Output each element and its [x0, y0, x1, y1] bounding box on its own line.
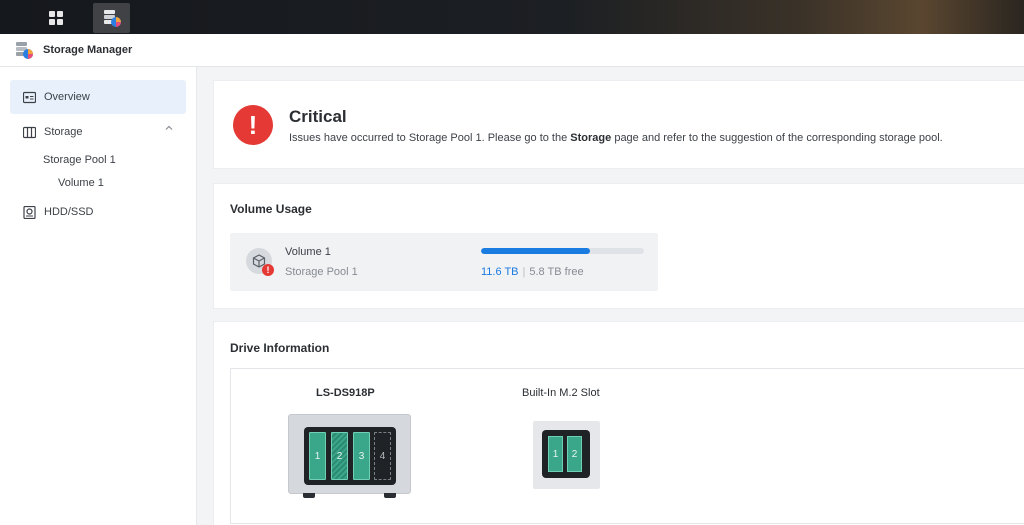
sidebar-item-volume-1[interactable]: Volume 1: [58, 174, 104, 192]
sidebar-item-label: Storage: [44, 126, 83, 138]
drive-information-title: Drive Information: [230, 341, 330, 355]
storage-manager-icon: [16, 42, 33, 59]
drive-bay-4[interactable]: 4: [374, 432, 391, 480]
storage-icon: [23, 126, 36, 139]
window-title: Storage Manager: [43, 44, 133, 56]
status-title: Critical: [289, 107, 347, 126]
volume-error-badge-icon: !: [262, 264, 274, 276]
status-message: Issues have occurred to Storage Pool 1. …: [289, 132, 943, 144]
nas-foot: [303, 493, 315, 498]
main-menu-button[interactable]: [34, 3, 78, 33]
m2-slot-label: Built-In M.2 Slot: [522, 387, 600, 399]
window-titlebar: Storage Manager: [0, 34, 1024, 67]
nas-device[interactable]: 1 2 3 4: [288, 414, 411, 498]
sidebar-item-label: Storage Pool 1: [43, 154, 116, 166]
volume-sizes: 11.6 TB | 5.8 TB free: [481, 266, 584, 278]
grid-icon: [49, 11, 63, 25]
sidebar-item-label: Overview: [44, 91, 90, 103]
main-content: ! Critical Issues have occurred to Stora…: [197, 67, 1024, 525]
storage-page-link: Storage: [570, 132, 612, 144]
volume-row[interactable]: ! Volume 1 Storage Pool 1 11.6 TB | 5.8 TB…: [230, 233, 658, 291]
storage-manager-icon: [103, 10, 121, 27]
sidebar-item-overview[interactable]: Overview: [10, 80, 186, 114]
status-card: ! Critical Issues have occurred to Stora…: [213, 80, 1024, 169]
sidebar-item-hdd-ssd[interactable]: HDD/SSD: [10, 197, 186, 227]
volume-used: 11.6 TB: [481, 266, 519, 278]
drive-bay-3[interactable]: 3: [353, 432, 370, 480]
taskbar-storage-manager-button[interactable]: [93, 3, 130, 33]
m2-slot-2[interactable]: 2: [567, 436, 582, 472]
m2-slot-panel: 1 2: [542, 430, 590, 478]
volume-usage-bar: [481, 248, 644, 254]
volume-usage-bar-fill: [481, 248, 590, 254]
chevron-up-icon[interactable]: [164, 123, 174, 133]
taskbar: [0, 0, 1024, 34]
m2-slot-device[interactable]: 1 2: [533, 421, 600, 489]
sidebar: Overview Storage Storage Pool 1 Volume 1: [0, 67, 197, 525]
nas-drive-panel: 1 2 3 4: [304, 427, 396, 485]
sidebar-item-label: HDD/SSD: [44, 206, 94, 218]
nas-model-label: LS-DS918P: [316, 387, 375, 399]
m2-slot-1[interactable]: 1: [548, 436, 563, 472]
drive-bay-2[interactable]: 2: [331, 432, 348, 480]
volume-usage-title: Volume Usage: [230, 202, 312, 216]
volume-pool: Storage Pool 1: [285, 266, 358, 278]
volume-free: 5.8 TB free: [529, 266, 584, 278]
volume-size-separator: |: [522, 266, 526, 278]
sidebar-item-label: Volume 1: [58, 177, 104, 189]
sidebar-item-storage-pool-1[interactable]: Storage Pool 1: [43, 151, 116, 169]
drive-bay-1[interactable]: 1: [309, 432, 326, 480]
volume-name: Volume 1: [285, 246, 331, 258]
critical-alert-icon: !: [233, 105, 273, 145]
hdd-icon: [23, 205, 36, 219]
nas-foot: [384, 493, 396, 498]
overview-icon: [23, 91, 36, 104]
drive-information-card: Drive Information LS-DS918P 1 2 3 4 Buil…: [213, 321, 1024, 525]
drive-information-panel: LS-DS918P 1 2 3 4 Built-In M.2 Slot 1 2: [230, 368, 1024, 524]
volume-usage-card: Volume Usage ! Volume 1 Storage Pool 1 1…: [213, 183, 1024, 309]
sidebar-item-storage[interactable]: Storage: [10, 117, 186, 147]
